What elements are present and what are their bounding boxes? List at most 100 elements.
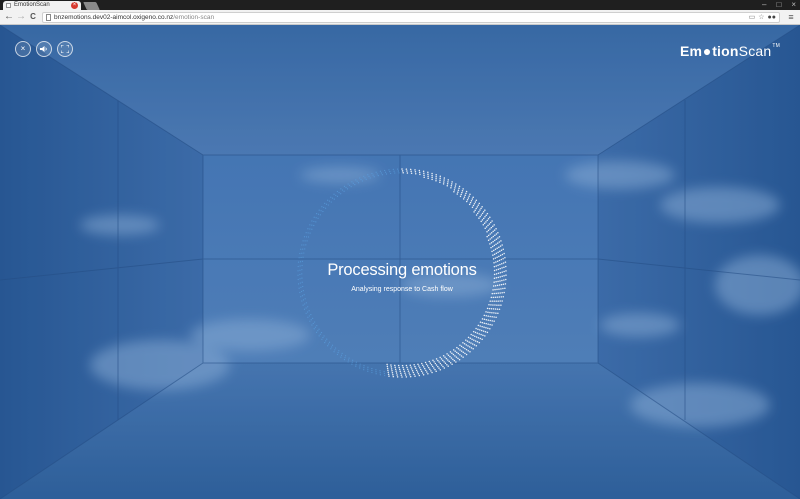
progress-dot [323, 335, 325, 337]
scan-controls: × [15, 41, 73, 57]
emotion-scan-page: × Em●tionScanTM Processing emotions Anal… [0, 25, 800, 499]
reload-icon[interactable]: C [27, 11, 39, 23]
progress-dot [468, 195, 470, 197]
progress-dot [327, 345, 329, 347]
progress-dot [487, 323, 489, 325]
progress-dot [347, 183, 349, 185]
maximize-icon[interactable]: □ [776, 0, 781, 10]
extension-glasses-icon[interactable]: ●● [768, 13, 776, 22]
progress-dot [330, 201, 332, 203]
progress-dot [312, 317, 314, 319]
progress-dot [333, 198, 335, 200]
progress-dot [491, 300, 493, 302]
progress-dot [311, 224, 313, 226]
progress-dot [383, 370, 385, 373]
window-close-icon[interactable]: × [791, 0, 796, 10]
progress-dot [389, 171, 391, 173]
progress-dot [400, 372, 402, 374]
progress-dot [415, 173, 417, 175]
progress-dot [386, 365, 389, 368]
progress-dot [311, 324, 313, 326]
progress-dot [475, 336, 478, 338]
tab-close-icon[interactable]: × [71, 2, 78, 9]
progress-dot [303, 294, 305, 296]
progress-dot [471, 198, 474, 200]
progress-dot [349, 184, 351, 186]
bookmark-star-icon[interactable]: ☆ [758, 13, 764, 22]
progress-dot [495, 312, 497, 314]
progress-dot [479, 321, 482, 323]
progress-dot [379, 370, 381, 372]
progress-dot [489, 327, 491, 330]
progress-dot [418, 171, 421, 174]
progress-dot [459, 344, 461, 346]
progress-dot [482, 330, 485, 332]
progress-dot [472, 196, 474, 198]
progress-dot [485, 221, 487, 223]
new-tab-button[interactable] [83, 2, 100, 10]
progress-dot [495, 316, 497, 319]
progress-dot [489, 315, 491, 318]
progress-dot [415, 367, 417, 370]
progress-dot [483, 318, 486, 321]
progress-dot [311, 220, 313, 222]
close-button[interactable]: × [15, 41, 31, 57]
progress-dot [457, 191, 459, 193]
progress-dot [418, 169, 421, 172]
progress-dot [397, 168, 399, 170]
progress-dot [474, 340, 477, 342]
progress-dot [454, 185, 457, 187]
window-controls: – □ × [762, 0, 796, 10]
progress-dot [386, 363, 388, 366]
progress-dot [492, 235, 495, 238]
sound-button[interactable] [36, 41, 52, 57]
progress-dot [495, 281, 497, 283]
progress-dot [496, 256, 498, 258]
progress-dot [470, 347, 473, 349]
progress-dot [480, 329, 483, 332]
progress-dot [458, 185, 461, 188]
browser-menu-icon[interactable]: ≡ [786, 11, 796, 23]
progress-dot [471, 206, 474, 208]
progress-dot [375, 369, 377, 371]
progress-dot [415, 369, 418, 371]
address-bar[interactable]: bnzemotions.dev02-aimcol.oxigeno.co.nz/e… [42, 12, 780, 23]
fullscreen-button[interactable] [57, 41, 73, 57]
progress-dot [493, 316, 495, 318]
page-icon [6, 3, 11, 8]
progress-dot [446, 183, 449, 185]
progress-dot [408, 372, 410, 374]
browser-tab[interactable]: EmotionScan × [3, 1, 81, 10]
progress-dot [297, 283, 300, 285]
minimize-icon[interactable]: – [762, 0, 766, 10]
progress-dot [344, 355, 347, 357]
progress-dot [500, 296, 503, 298]
progress-dot [421, 362, 423, 365]
progress-dot [457, 189, 460, 191]
progress-dot [500, 240, 502, 242]
progress-dot [363, 175, 365, 177]
progress-dot [501, 244, 503, 246]
progress-dot [407, 368, 409, 370]
progress-dot [477, 328, 479, 330]
extension-icon[interactable]: ▭ [749, 13, 756, 22]
progress-dot [393, 170, 395, 172]
progress-dot [340, 193, 342, 195]
progress-dot [312, 322, 314, 325]
progress-dot [364, 177, 366, 179]
forward-icon[interactable]: → [15, 11, 27, 23]
progress-dot [474, 335, 476, 337]
progress-dot [490, 304, 492, 306]
progress-dot [299, 252, 301, 255]
progress-dot [449, 355, 451, 358]
back-icon[interactable]: ← [3, 11, 15, 23]
progress-dot [493, 244, 496, 247]
progress-dot [481, 318, 484, 320]
progress-dot [422, 366, 425, 368]
progress-dot [467, 349, 469, 352]
progress-dot [476, 212, 479, 215]
progress-dot [465, 339, 467, 341]
processing-subtitle: Analysing response to Cash flow [351, 286, 453, 293]
progress-dot [446, 185, 449, 187]
progress-dot [427, 177, 429, 179]
